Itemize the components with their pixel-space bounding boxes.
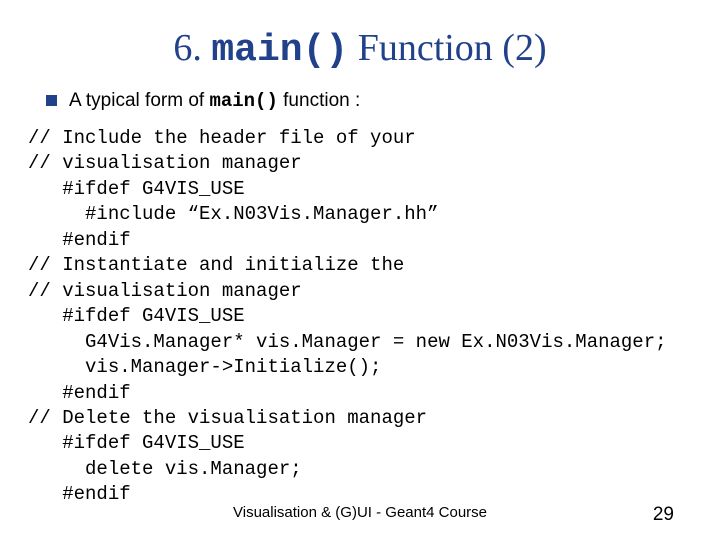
code-block: // Include the header file of your // vi… <box>28 126 680 508</box>
bullet-pre: A typical form of <box>69 90 209 111</box>
slide: 6. main() Function (2) A typical form of… <box>0 0 720 540</box>
bullet-text: A typical form of main() function : <box>69 90 360 112</box>
title-suffix: Function (2) <box>348 27 546 69</box>
title-mono: main() <box>211 29 348 72</box>
title-prefix: 6. <box>173 27 211 69</box>
slide-title: 6. main() Function (2) <box>40 26 680 72</box>
bullet-mono: main() <box>209 90 277 112</box>
bullet-post: function : <box>278 90 360 111</box>
slide-footer: Visualisation & (G)UI - Geant4 Course 29 <box>46 504 674 526</box>
square-bullet-icon <box>46 95 57 106</box>
page-number: 29 <box>653 504 674 526</box>
footer-caption: Visualisation & (G)UI - Geant4 Course <box>46 504 674 521</box>
bullet-item: A typical form of main() function : <box>46 90 680 112</box>
